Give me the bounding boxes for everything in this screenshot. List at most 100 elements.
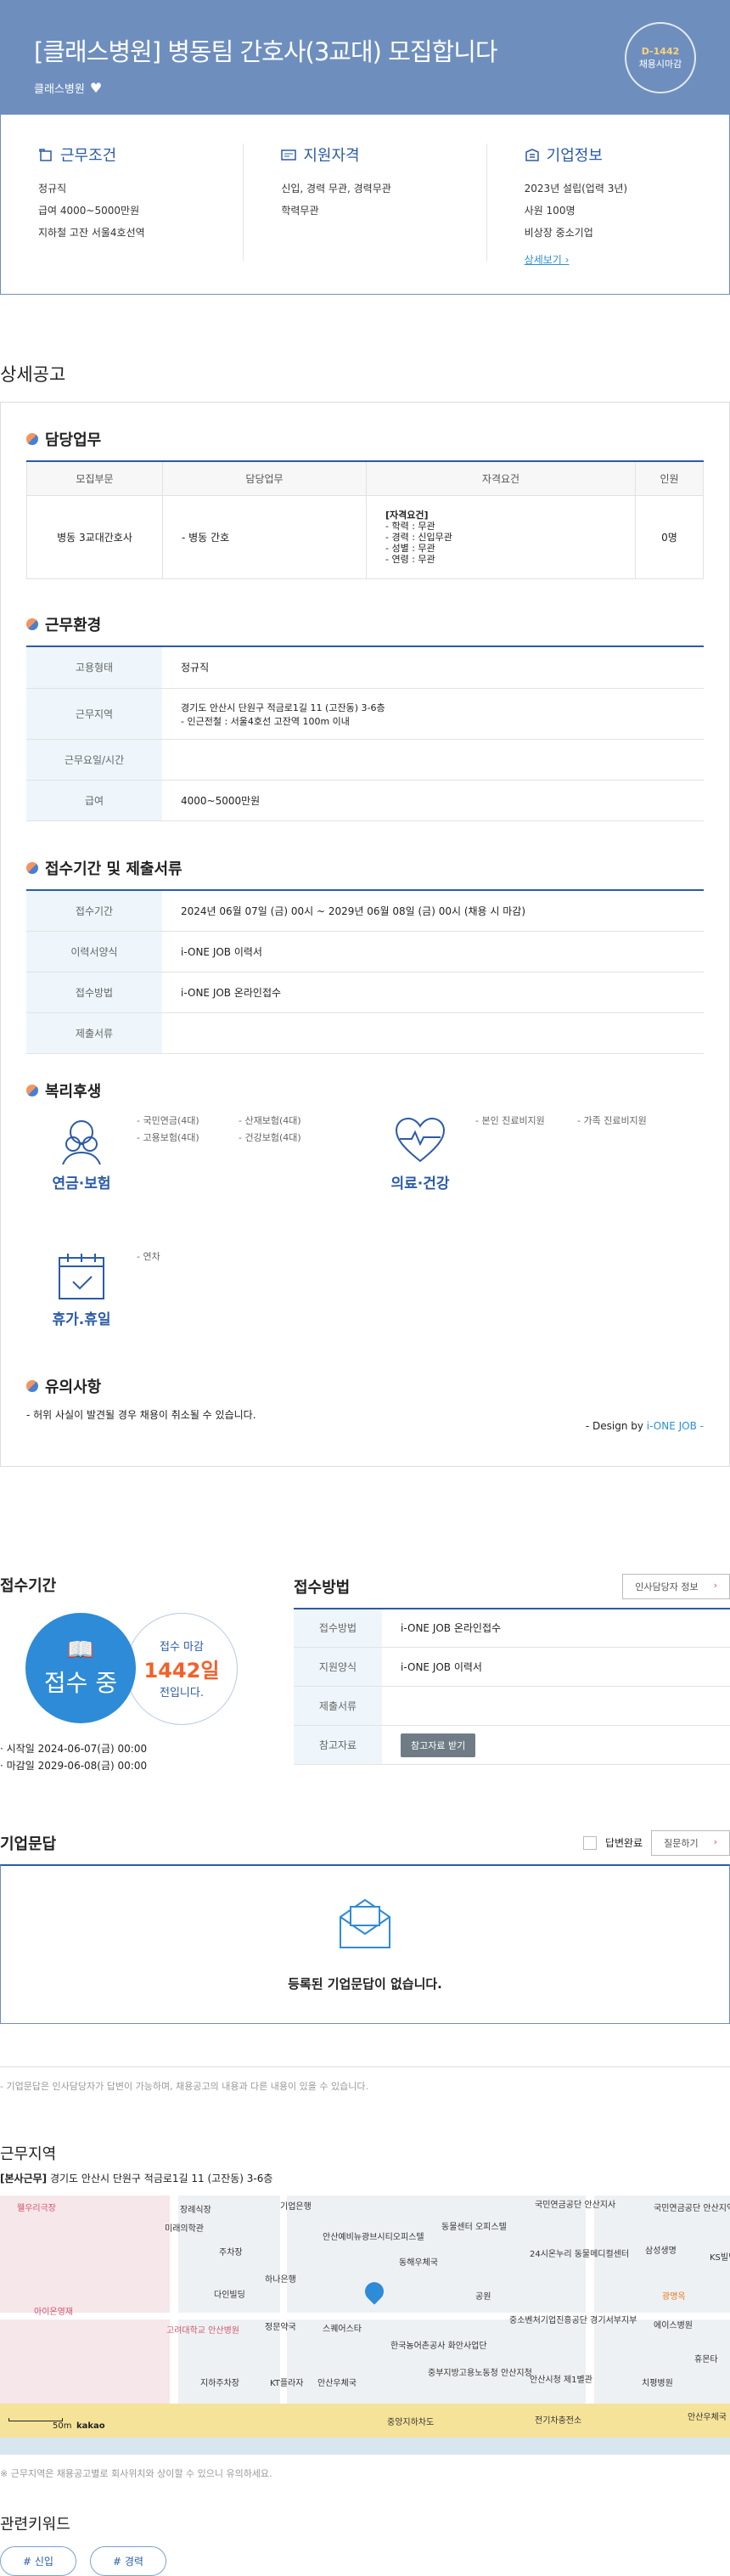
table-row: 급여 4000~5000만원 bbox=[26, 780, 704, 821]
method-table: 접수방법 i-ONE JOB 온라인접수 지원양식 i-ONE JOB 이력서 제출… bbox=[294, 1607, 730, 1765]
keyword-tag[interactable]: # 신입 bbox=[0, 2545, 76, 2576]
env-title: 근무환경 bbox=[45, 616, 102, 634]
location-title: 근무지역 bbox=[0, 2145, 57, 2163]
map-label: 한국농어촌공사 화안사업단 bbox=[390, 2341, 487, 2351]
company-line: 사원 100명 bbox=[524, 205, 576, 217]
address-text: 경기도 안산시 단원구 적금로1길 11 (고잔동) 3-6층 bbox=[49, 2172, 273, 2184]
map-label: 하나은행 bbox=[265, 2274, 296, 2285]
map-label: 24시온누리 동물메디컬센터 bbox=[530, 2249, 630, 2259]
map-label: 치평병원 bbox=[642, 2378, 673, 2388]
heartbeat-icon bbox=[395, 1117, 446, 1162]
deadline-circle: 접수 마감 1442일 전입니다. bbox=[126, 1612, 238, 1725]
table-row: 제출서류 bbox=[26, 1012, 704, 1054]
map-label: 휴몬타 bbox=[694, 2354, 718, 2365]
bullet-icon bbox=[26, 862, 38, 874]
qa-header: 기업문답 답변완료 질문하기 › bbox=[0, 1829, 730, 1856]
duty-dept: 병동 3교대간호사 bbox=[26, 494, 163, 579]
map-label: 장례식장 bbox=[180, 2205, 211, 2215]
col-header: 담당업무 bbox=[162, 461, 367, 496]
method-panel: 접수방법 인사담당자 정보 › 접수방법 i-ONE JOB 온라인접수 지원양식 i-… bbox=[294, 1573, 730, 1774]
company-line: 비상장 중소기업 bbox=[524, 227, 593, 239]
book-icon: 📖 bbox=[66, 1637, 95, 1663]
conditions-line: 지하철 고잔 서울4호선역 bbox=[38, 227, 145, 239]
chevron-right-icon: › bbox=[713, 1835, 717, 1847]
method-title: 접수방법 bbox=[294, 1578, 351, 1597]
map-label: 에이스병원 bbox=[654, 2320, 693, 2331]
map-label: 지하주차장 bbox=[200, 2378, 239, 2388]
company-detail-link[interactable]: 상세보기 › bbox=[525, 252, 570, 267]
row-value: i-ONE JOB 이력서 bbox=[382, 1647, 730, 1687]
req-title: [자격요건] bbox=[385, 509, 429, 521]
table-row: 근무요일/시간 bbox=[26, 739, 704, 781]
keyword-tag[interactable]: # 경력 bbox=[89, 2545, 166, 2576]
glasses-person-icon bbox=[62, 1119, 101, 1164]
table-row: 근무지역 경기도 안산시 단원구 적금로1길 11 (고잔동) 3-6층 - 인근전… bbox=[26, 688, 704, 740]
map-label: 전기차충전소 bbox=[535, 2415, 582, 2426]
map-label: KT플라자 bbox=[270, 2378, 304, 2388]
deadline-days: 1442일 bbox=[143, 1659, 220, 1683]
qualification-title: 지원자격 bbox=[303, 147, 360, 165]
dday-sub: 채용시마감 bbox=[638, 58, 682, 70]
map-label: 동물센터 오피스텔 bbox=[441, 2222, 507, 2232]
col-header: 인원 bbox=[635, 461, 704, 496]
env-heading: 근무환경 bbox=[26, 613, 704, 635]
duty-task: - 병동 간호 bbox=[162, 494, 367, 579]
envelope-icon bbox=[340, 1898, 390, 1948]
map-pin-icon[interactable] bbox=[361, 2277, 388, 2305]
req-line: - 성별 : 무관 bbox=[385, 542, 435, 554]
table-row: 접수방법 i-ONE JOB 온라인접수 bbox=[294, 1608, 730, 1648]
row-value bbox=[162, 739, 704, 781]
company-info-title: 기업정보 bbox=[546, 147, 603, 165]
bullet-icon bbox=[26, 1084, 38, 1096]
welfare-grid: 연금·보험 - 국민연금(4대) - 산재보험(4대) - 고용보험(4대) -… bbox=[26, 1112, 704, 1384]
apply-section: 접수기간 📖 접수 중 접수 마감 1442일 전입니다. · 시작일 2024-06… bbox=[0, 1573, 730, 1774]
apply-title: 접수기간 및 제출서류 bbox=[45, 860, 182, 878]
welfare-item: - 고용보험(4대) bbox=[137, 1131, 199, 1143]
row-label: 근무지역 bbox=[26, 688, 162, 740]
ref-download-button[interactable]: 참고자료 받기 bbox=[401, 1733, 476, 1757]
answered-checkbox[interactable] bbox=[582, 1835, 597, 1850]
ask-button[interactable]: 질문하기 › bbox=[651, 1829, 730, 1856]
company-name[interactable]: 클래스병원 ♥ bbox=[34, 80, 696, 96]
location-address: [본사근무] 경기도 안산시 단원구 적금로1길 11 (고잔동) 3-6층 bbox=[0, 2171, 730, 2185]
briefcase-icon bbox=[39, 149, 52, 161]
apply-heading: 접수기간 및 제출서류 bbox=[26, 857, 704, 879]
table-row: 참고자료 참고자료 받기 bbox=[294, 1725, 730, 1765]
duty-req: [자격요건] - 학력 : 무관 - 경력 : 신입무관 - 성별 : 무관 -… bbox=[366, 494, 636, 579]
building-icon bbox=[525, 149, 539, 161]
qualification-line: 신입, 경력 무관, 경력무관 bbox=[281, 183, 391, 194]
start-date: · 시작일 2024-06-07(금) 00:00 bbox=[0, 1742, 148, 1755]
company-detail-text: 상세보기 bbox=[524, 254, 562, 266]
row-value: i-ONE JOB 이력서 bbox=[162, 931, 704, 972]
welfare-group-name: 휴가.휴일 bbox=[52, 1311, 111, 1328]
scale-label: 50m bbox=[53, 2421, 72, 2431]
hr-info-button[interactable]: 인사담당자 정보 › bbox=[622, 1573, 730, 1599]
qualification-line: 학력무관 bbox=[281, 205, 319, 217]
welfare-heading: 복리후생 bbox=[26, 1079, 704, 1102]
row-label: 접수방법 bbox=[294, 1608, 382, 1648]
welfare-item: - 가족 진료비지원 bbox=[577, 1114, 647, 1126]
qa-empty-text: 등록된 기업문답이 없습니다. bbox=[288, 1976, 442, 1992]
calendar-check-icon bbox=[59, 1253, 104, 1299]
map-label: 주차장 bbox=[219, 2247, 243, 2258]
design-prefix: - Design by bbox=[585, 1419, 647, 1432]
qa-empty-box: 등록된 기업문답이 없습니다. bbox=[0, 1863, 730, 2024]
row-label: 이력서양식 bbox=[26, 931, 162, 972]
detail-box: 담당업무 모집부문 담당업무 자격요건 인원 병동 3교대간호사 - 병동 간호… bbox=[0, 402, 730, 1467]
map-label: 기업은행 bbox=[280, 2201, 312, 2212]
hr-info-label: 인사담당자 정보 bbox=[635, 1581, 699, 1592]
welfare-item: - 본인 진료비지원 bbox=[475, 1114, 545, 1126]
detail-title: 상세공고 bbox=[0, 364, 66, 385]
map-label: 중앙지하차도 bbox=[387, 2417, 435, 2427]
row-value: i-ONE JOB 온라인접수 bbox=[382, 1608, 730, 1648]
heart-icon[interactable]: ♥ bbox=[90, 80, 102, 96]
table-row: 접수기간 2024년 06월 07일 (금) 00시 ~ 2029년 06월 08… bbox=[26, 890, 704, 932]
dday-badge: D-1442 채용시마감 bbox=[625, 22, 696, 93]
address-label: [본사근무] bbox=[0, 2172, 48, 2184]
location-map[interactable]: 50m kakao 웰우리극장 장례식장 기업은행 국민연금공단 안산지사 국민… bbox=[0, 2195, 730, 2455]
welfare-group-name: 의료·건강 bbox=[390, 1175, 450, 1192]
welfare-title: 복리후생 bbox=[45, 1082, 102, 1101]
map-label: 다인빌딩 bbox=[214, 2290, 245, 2300]
qa-note: - 기업문답은 인사담당자가 답변이 가능하며, 채용공고의 내용과 다른 내용… bbox=[0, 2066, 730, 2093]
conditions-title: 근무조건 bbox=[60, 147, 117, 165]
